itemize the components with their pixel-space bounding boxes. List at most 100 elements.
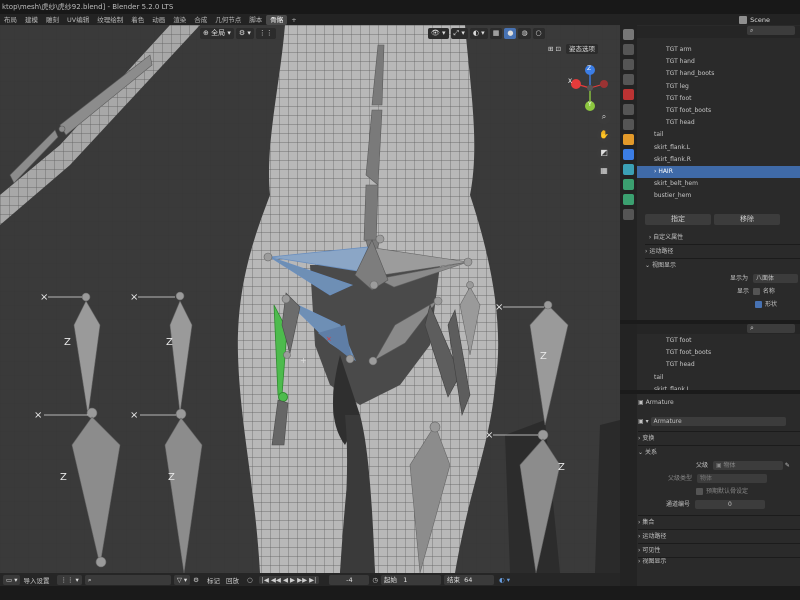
workspace-tab[interactable]: 着色 [127,15,148,25]
record-keying-icon[interactable]: ◐ ▾ [499,576,510,584]
viewport-display-panel-lower[interactable]: › 视图显示 [638,558,800,566]
parent-type-dropdown[interactable]: 物体 [696,474,767,483]
workspace-tab[interactable]: 骨骼 [266,14,288,25]
outliner-item[interactable]: TGT foot_boots [637,105,800,117]
viewport-display-panel[interactable]: ⌄ 视图显示 [645,259,800,272]
orientation-dropdown[interactable]: ⊕ 全局 ▾ [200,27,234,39]
show-shapes-checkbox[interactable] [755,301,762,308]
outliner2-search-input[interactable]: ⌕ [747,324,795,333]
view-layer-tab-icon[interactable] [623,74,634,85]
outliner-item[interactable]: TGT foot [637,93,800,105]
outliner-item[interactable]: tail [637,129,800,141]
display-as-dropdown[interactable]: 八面体 [752,274,798,283]
outliner-item[interactable]: TGT hand [637,56,800,68]
object-name-field[interactable]: Armature [650,417,786,426]
workspace-tab[interactable]: 布局 [0,15,21,25]
object-data-dropdown[interactable]: ▣ ▾ [638,418,649,425]
relations-panel[interactable]: ⌄ 关系 [638,446,800,459]
outliner-item[interactable]: skirt_flank.R [637,154,800,166]
gizmo-toggle[interactable]: ⤢ ▾ [450,27,468,39]
editor-type-dropdown[interactable]: ▭ ▾ [3,574,21,585]
outliner-item[interactable]: TGT arm [637,44,800,56]
workspace-tab[interactable]: 脚本 [245,15,266,25]
output-tab-icon[interactable] [623,59,634,70]
bone-tab-icon[interactable] [623,194,634,205]
view-dropdown[interactable]: ⋮⋮ ▾ [57,574,82,585]
outliner-item[interactable]: TGT foot_boots [637,347,800,359]
clock-icon[interactable]: ◷ [372,576,378,584]
outliner-item[interactable]: TGT leg [637,81,800,93]
keep-transform-checkbox[interactable] [696,488,703,495]
outliner-item[interactable]: TGT head [637,117,800,129]
shading-solid-button[interactable]: ● [504,27,517,39]
collections-panel[interactable]: › 集合 [638,516,800,529]
overlay-toggle[interactable]: ◐ ▾ [469,27,488,39]
pose-options-button[interactable]: 姿态选项 [566,44,599,54]
xray-toggle[interactable]: ▦ [489,27,503,39]
motion-paths-panel[interactable]: › 运动路径 [645,245,800,258]
shading-material-button[interactable]: ◍ [518,27,531,39]
outliner-item[interactable]: › HAIR [637,165,800,179]
eyedropper-icon[interactable]: ✎ [785,462,790,469]
remove-button[interactable]: 移除 [714,214,780,225]
tool-tab-icon[interactable] [623,29,634,40]
outliner-item[interactable]: bustier_hem [637,190,800,202]
snap-grid-icon[interactable]: ⊞ ⊡ [548,45,561,53]
scene-tab-icon[interactable] [623,89,634,100]
shading-render-button[interactable]: ○ [532,27,545,39]
modifier-tab-icon[interactable] [623,149,634,160]
physics-tab-icon[interactable] [623,164,634,175]
marker-menu[interactable]: 标记 [207,575,220,585]
workspace-tab[interactable]: 雕刻 [42,15,63,25]
motion-paths-panel-lower[interactable]: › 运动路径 [638,530,800,543]
grid-view-icon[interactable]: ▦ [597,164,611,178]
world-tab-icon[interactable] [623,104,634,115]
timeline-search-input[interactable]: ⌕ [84,574,171,585]
collection-tab-icon[interactable] [623,119,634,130]
armature-data-tab-icon[interactable] [623,179,634,190]
start-frame-field[interactable]: 起始 1 [381,574,442,585]
viewport-3d[interactable]: + × × × Z Z × × Z Z × × Z Z [0,25,620,573]
outliner-item[interactable]: skirt_flank.L [637,142,800,154]
parent-field[interactable]: ▣ 物体 [712,461,783,470]
assign-button[interactable]: 指定 [645,214,711,225]
outliner-search-input[interactable]: ⌕ [747,26,795,35]
keying-settings-menu[interactable]: 导入设置 [23,575,49,585]
hand-pan-icon[interactable]: ✋ [597,128,611,142]
render-tab-icon[interactable] [623,44,634,55]
filter-dropdown[interactable]: ▽ ▾ [173,574,191,585]
record-button[interactable]: ○ [247,576,253,584]
show-names-checkbox[interactable] [752,288,760,295]
end-frame-field[interactable]: 结束 64 [444,574,495,585]
object-tab-icon[interactable] [623,134,634,145]
outliner-item[interactable]: TGT head [637,359,800,371]
outliner-item[interactable]: tail [637,372,800,384]
workspace-tab[interactable]: 渲染 [169,15,190,25]
scene-selector[interactable]: Scene [750,16,770,24]
playback-menu[interactable]: 回放 [226,575,239,585]
transform-panel[interactable]: › 变换 [638,432,800,445]
custom-props-panel[interactable]: › 自定义属性 [645,231,800,244]
visibility-panel[interactable]: › 可见性 [638,544,800,557]
workspace-tab[interactable]: 纹理绘制 [93,15,127,25]
visibility-dropdown[interactable]: 👁 ▾ [427,27,449,39]
bone-constraint-tab-icon[interactable] [623,209,634,220]
pass-index-field[interactable]: 0 [694,500,765,509]
pivot-dropdown[interactable]: ⚙ ▾ [235,27,254,39]
workspace-tab[interactable]: 建模 [21,15,42,25]
camera-view-icon[interactable]: ◩ [597,146,611,160]
playback-controls[interactable]: |◀ ◀◀ ◀ ▶ ▶▶ ▶| [258,575,320,584]
zoom-icon[interactable]: ⌕ [597,110,611,124]
workspace-tab[interactable]: 动画 [148,15,169,25]
settings-gear-icon[interactable]: ⚙ [193,576,199,584]
workspace-tab[interactable]: 几何节点 [211,15,245,25]
workspace-tab[interactable]: 合成 [190,15,211,25]
outliner-item[interactable]: TGT foot [637,335,800,347]
workspace-tab[interactable]: UV编辑 [63,15,93,25]
overlay-options-area: ⊞ ⊡ 姿态选项 [548,43,599,54]
add-workspace-button[interactable]: + [287,15,300,25]
current-frame-field[interactable]: -4 [329,574,370,585]
snap-toggle[interactable]: ⋮⋮ [255,27,276,39]
outliner-item[interactable]: skirt_belt_hem [637,178,800,190]
outliner-item[interactable]: TGT hand_boots [637,68,800,80]
